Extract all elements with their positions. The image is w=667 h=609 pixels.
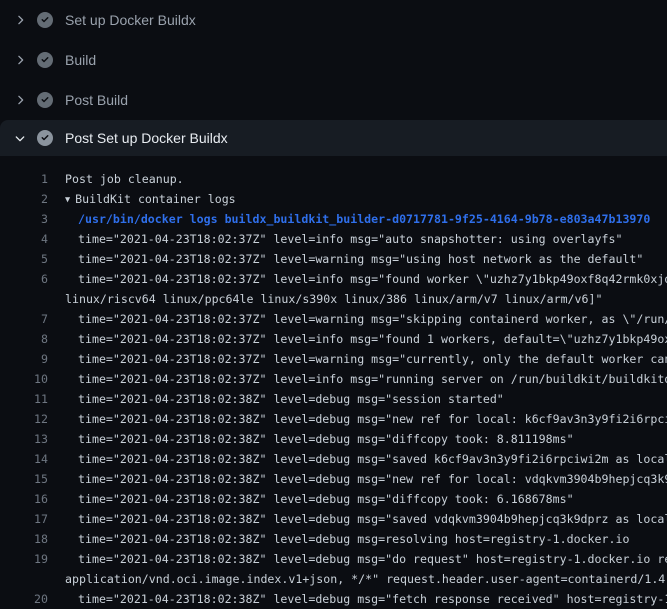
step-set-up-docker-buildx[interactable]: Set up Docker Buildx [0, 0, 667, 40]
log-line: 15 time="2021-04-23T18:02:38Z" level=deb… [0, 469, 667, 489]
log-line-number[interactable]: 20 [0, 589, 48, 609]
log-line-text: time="2021-04-23T18:02:37Z" level=info m… [78, 332, 667, 346]
log-line-number[interactable] [0, 289, 48, 309]
log-line-number[interactable] [0, 569, 48, 589]
log-line: 5 time="2021-04-23T18:02:37Z" level=warn… [0, 249, 667, 269]
log-line: application/vnd.oci.image.index.v1+json,… [0, 569, 667, 589]
log-line-number[interactable]: 2 [0, 189, 48, 209]
log-line-text: time="2021-04-23T18:02:37Z" level=warnin… [78, 252, 643, 266]
log-line-number[interactable]: 11 [0, 389, 48, 409]
log-line-text: time="2021-04-23T18:02:37Z" level=info m… [78, 372, 667, 386]
step-build[interactable]: Build [0, 40, 667, 80]
chevron-right-icon [13, 93, 27, 107]
step-post-build[interactable]: Post Build [0, 80, 667, 120]
log-line: 18 time="2021-04-23T18:02:38Z" level=deb… [0, 529, 667, 549]
log-line: 10 time="2021-04-23T18:02:37Z" level=inf… [0, 369, 667, 389]
log-line: 16 time="2021-04-23T18:02:38Z" level=deb… [0, 489, 667, 509]
log-line: 4 time="2021-04-23T18:02:37Z" level=info… [0, 229, 667, 249]
step-success-check-icon [37, 12, 53, 28]
log-line-text: time="2021-04-23T18:02:38Z" level=debug … [78, 532, 629, 546]
log-line: 9 time="2021-04-23T18:02:37Z" level=warn… [0, 349, 667, 369]
log-line-text: time="2021-04-23T18:02:38Z" level=debug … [78, 412, 667, 426]
log-line: 12 time="2021-04-23T18:02:38Z" level=deb… [0, 409, 667, 429]
log-line-number[interactable]: 5 [0, 249, 48, 269]
step-success-check-icon [37, 92, 53, 108]
log-line: 3 /usr/bin/docker logs buildx_buildkit_b… [0, 209, 667, 229]
log-line: 1 Post job cleanup. [0, 169, 667, 189]
log-line: 13 time="2021-04-23T18:02:38Z" level=deb… [0, 429, 667, 449]
log-line: 20 time="2021-04-23T18:02:38Z" level=deb… [0, 589, 667, 609]
log-line-number[interactable]: 17 [0, 509, 48, 529]
log-line: 14 time="2021-04-23T18:02:38Z" level=deb… [0, 449, 667, 469]
log-group-caret-icon: ▼ [65, 195, 70, 205]
log-line-number[interactable]: 19 [0, 549, 48, 569]
log-line-number[interactable]: 15 [0, 469, 48, 489]
step-success-check-icon [37, 52, 53, 68]
log-line-text: application/vnd.oci.image.index.v1+json,… [65, 572, 667, 586]
log-line: 6 time="2021-04-23T18:02:37Z" level=info… [0, 269, 667, 289]
log-line-text: time="2021-04-23T18:02:38Z" level=debug … [78, 552, 667, 566]
log-line-number[interactable]: 4 [0, 229, 48, 249]
log-line-text: time="2021-04-23T18:02:38Z" level=debug … [78, 392, 504, 406]
chevron-icon [12, 92, 28, 108]
log-line: 19 time="2021-04-23T18:02:38Z" level=deb… [0, 549, 667, 569]
step-label: Set up Docker Buildx [65, 12, 196, 28]
log-line-text: time="2021-04-23T18:02:38Z" level=debug … [78, 432, 574, 446]
log-line: linux/riscv64 linux/ppc64le linux/s390x … [0, 289, 667, 309]
log-line-number[interactable]: 14 [0, 449, 48, 469]
step-label: Post Build [65, 92, 128, 108]
log-line-number[interactable]: 6 [0, 269, 48, 289]
log-line-number[interactable]: 8 [0, 329, 48, 349]
step-label: Build [65, 52, 96, 68]
steps-list: Set up Docker Buildx Build Post Build [0, 0, 667, 156]
log-line-number[interactable]: 18 [0, 529, 48, 549]
log-line: 8 time="2021-04-23T18:02:37Z" level=info… [0, 329, 667, 349]
log-line-number[interactable]: 12 [0, 409, 48, 429]
log-line-number[interactable]: 1 [0, 169, 48, 189]
log-line-number[interactable]: 16 [0, 489, 48, 509]
log-line-text: time="2021-04-23T18:02:37Z" level=warnin… [78, 312, 667, 326]
log-line-text: time="2021-04-23T18:02:37Z" level=warnin… [78, 352, 667, 366]
log-line-text: time="2021-04-23T18:02:37Z" level=info m… [78, 232, 622, 246]
log-line-text: BuildKit container logs [75, 192, 236, 206]
chevron-icon [12, 130, 28, 146]
log-line-text: time="2021-04-23T18:02:38Z" level=debug … [78, 472, 667, 486]
chevron-icon [12, 12, 28, 28]
log-line-text: time="2021-04-23T18:02:38Z" level=debug … [78, 592, 667, 606]
chevron-icon [12, 52, 28, 68]
log-line: 2 ▼ BuildKit container logs [0, 189, 667, 209]
log-line: 17 time="2021-04-23T18:02:38Z" level=deb… [0, 509, 667, 529]
actions-log-viewer: { "app": {"name": "GitHub Actions job lo… [0, 0, 667, 600]
log-area: 1 Post job cleanup. 2 ▼ BuildKit containe… [0, 156, 667, 609]
log-line-text: linux/riscv64 linux/ppc64le linux/s390x … [65, 292, 602, 306]
log-line: 11 time="2021-04-23T18:02:38Z" level=deb… [0, 389, 667, 409]
log-line-number[interactable]: 3 [0, 209, 48, 229]
log-line-text: time="2021-04-23T18:02:38Z" level=debug … [78, 452, 667, 466]
chevron-right-icon [13, 13, 27, 27]
log-line-number[interactable]: 13 [0, 429, 48, 449]
chevron-right-icon [13, 53, 27, 67]
log-line-text: Post job cleanup. [65, 172, 184, 186]
log-line-number[interactable]: 10 [0, 369, 48, 389]
log-line-number[interactable]: 9 [0, 349, 48, 369]
log-line-number[interactable]: 7 [0, 309, 48, 329]
chevron-down-icon [13, 131, 27, 145]
step-label: Post Set up Docker Buildx [65, 130, 228, 146]
log-line-text: time="2021-04-23T18:02:37Z" level=info m… [78, 272, 667, 286]
log-line: 7 time="2021-04-23T18:02:37Z" level=warn… [0, 309, 667, 329]
log-line-text: time="2021-04-23T18:02:38Z" level=debug … [78, 492, 574, 506]
step-post-set-up-docker-buildx[interactable]: Post Set up Docker Buildx [0, 120, 667, 156]
log-line-text: time="2021-04-23T18:02:38Z" level=debug … [78, 512, 667, 526]
log-line-text: /usr/bin/docker logs buildx_buildkit_bui… [78, 212, 650, 226]
step-success-check-icon [37, 130, 53, 146]
